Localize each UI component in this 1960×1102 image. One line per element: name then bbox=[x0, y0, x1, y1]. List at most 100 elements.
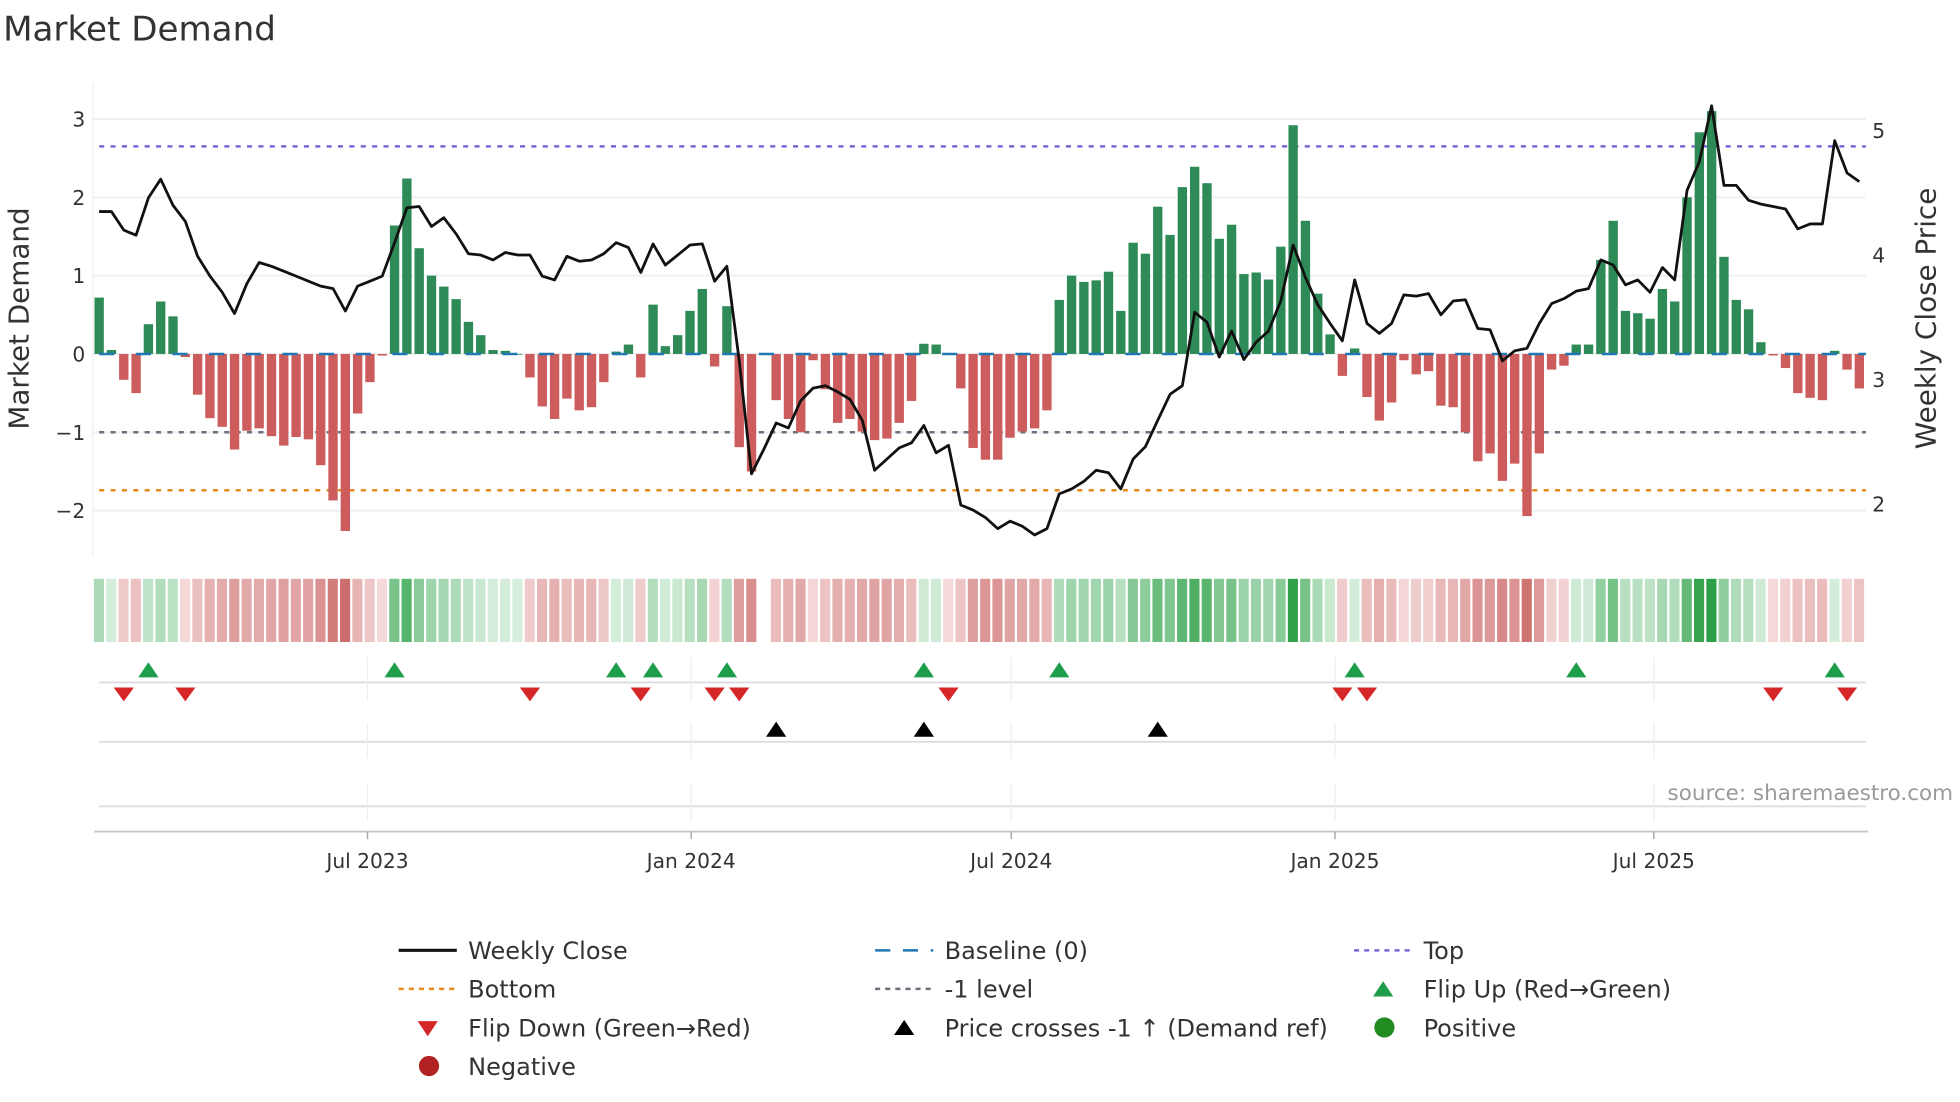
legend-item: Bottom bbox=[398, 976, 556, 1004]
heatmap-cell bbox=[1817, 578, 1828, 642]
heatmap-cell bbox=[524, 578, 535, 642]
demand-bar bbox=[648, 304, 658, 354]
demand-bar bbox=[1793, 353, 1803, 394]
y2-tick-label: 3 bbox=[1872, 368, 1885, 392]
legend-item: Price crosses -1 ↑ (Demand ref) bbox=[894, 1014, 1328, 1042]
circle-negative-icon bbox=[418, 1055, 440, 1077]
demand-bar bbox=[1399, 353, 1409, 361]
demand-bar bbox=[845, 353, 855, 419]
demand-bar bbox=[993, 353, 1003, 460]
demand-bar bbox=[1546, 353, 1557, 370]
heatmap-cell bbox=[1386, 578, 1397, 642]
right-axis-label: Weekly Close Price bbox=[1909, 188, 1942, 450]
x-tick-label: Jan 2025 bbox=[1288, 849, 1379, 873]
heatmap-cell bbox=[1226, 578, 1237, 642]
heatmap-cell bbox=[1694, 578, 1705, 642]
triangle-up-icon bbox=[1373, 981, 1394, 997]
heatmap-cell bbox=[1300, 578, 1311, 642]
demand-bar bbox=[229, 353, 240, 450]
heatmap-cell bbox=[980, 578, 991, 642]
heatmap-cell bbox=[918, 578, 929, 642]
heatmap-cell bbox=[1607, 578, 1618, 642]
demand-bar bbox=[1768, 353, 1778, 356]
demand-bar bbox=[340, 353, 351, 531]
heatmap-cell bbox=[832, 578, 843, 642]
heatmap-cell bbox=[684, 578, 695, 642]
legend-item: Baseline (0) bbox=[875, 937, 1088, 965]
y-tick-label: −1 bbox=[55, 421, 85, 445]
flip-up-marker bbox=[913, 662, 934, 678]
heatmap-cell bbox=[536, 578, 548, 642]
heatmap-cell bbox=[1103, 578, 1114, 642]
heatmap-cell bbox=[1706, 578, 1717, 642]
heatmap-cell bbox=[709, 578, 720, 642]
heatmap-cell bbox=[376, 578, 388, 642]
demand-bar bbox=[1657, 288, 1668, 354]
demand-bar bbox=[192, 353, 203, 395]
y-tick-label: 3 bbox=[72, 108, 85, 132]
heatmap-cell bbox=[1804, 578, 1815, 642]
heatmap-cell bbox=[1570, 578, 1582, 642]
heatmap-cell bbox=[1484, 578, 1495, 642]
demand-bar bbox=[1374, 353, 1384, 421]
legend-label: Flip Up (Red→Green) bbox=[1424, 976, 1672, 1004]
demand-bar bbox=[1460, 353, 1471, 433]
heatmap-cell bbox=[1755, 578, 1766, 642]
demand-bar bbox=[316, 353, 326, 466]
flip-down-marker bbox=[175, 687, 196, 702]
x-tick-label: Jul 2023 bbox=[324, 849, 408, 873]
heatmap-cell bbox=[426, 578, 437, 642]
heatmap-cell bbox=[1743, 578, 1754, 642]
demand-bar bbox=[1620, 310, 1631, 354]
heatmap-cell bbox=[598, 578, 609, 642]
demand-bar bbox=[1731, 299, 1741, 354]
demand-bar bbox=[1805, 353, 1815, 398]
demand-bar bbox=[1473, 353, 1483, 462]
heatmap-cell bbox=[401, 578, 412, 642]
heatmap-cell bbox=[647, 578, 658, 642]
heatmap-cell bbox=[1287, 578, 1298, 642]
demand-bar bbox=[451, 299, 461, 354]
heatmap-cell bbox=[1324, 578, 1335, 642]
price-cross-marker bbox=[913, 721, 934, 737]
heatmap-cell bbox=[450, 578, 461, 642]
heatmap-cell bbox=[672, 578, 683, 642]
heatmap-cell bbox=[204, 578, 215, 642]
demand-bar bbox=[1325, 334, 1335, 354]
demand-bar bbox=[833, 353, 843, 423]
legend-label: Weekly Close bbox=[468, 937, 628, 965]
heatmap-cell bbox=[278, 578, 289, 642]
legend-item: Top bbox=[1354, 937, 1464, 965]
circle-positive-icon bbox=[1374, 1017, 1395, 1038]
demand-bar bbox=[303, 353, 314, 440]
flip-up-marker bbox=[642, 662, 664, 678]
heatmap-cell bbox=[783, 578, 794, 642]
legend-item: Flip Up (Red→Green) bbox=[1373, 976, 1671, 1004]
heatmap-cell bbox=[660, 578, 671, 642]
legend: Weekly Close Baseline (0) Top Bottom -1 leve… bbox=[398, 937, 1671, 1081]
heatmap-cell bbox=[340, 578, 351, 642]
heatmap-cell bbox=[1337, 578, 1348, 642]
heatmap-cell bbox=[1509, 578, 1520, 642]
heatmap-cell bbox=[807, 578, 818, 642]
demand-bar bbox=[463, 321, 474, 354]
demand-bar bbox=[586, 353, 597, 408]
heatmap-cell bbox=[180, 578, 191, 642]
demand-bar bbox=[869, 353, 880, 441]
heatmap-cell bbox=[733, 578, 745, 642]
demand-bar bbox=[1817, 353, 1828, 401]
source-credit: source: sharemaestro.com bbox=[1668, 781, 1954, 806]
demand-bar bbox=[279, 353, 289, 446]
demand-bar bbox=[1571, 344, 1581, 354]
heatmap-cell bbox=[746, 578, 757, 642]
y2-tick-label: 4 bbox=[1872, 244, 1885, 268]
heatmap-cell bbox=[266, 578, 277, 642]
demand-bar bbox=[820, 353, 831, 390]
demand-bar bbox=[1017, 353, 1028, 432]
demand-bar bbox=[796, 353, 806, 433]
flip-down-marker bbox=[938, 687, 959, 702]
heatmap-cell bbox=[573, 578, 585, 642]
heatmap-cell bbox=[869, 578, 880, 642]
heatmap-cell bbox=[906, 578, 917, 642]
heatmap-cell bbox=[1669, 578, 1680, 642]
